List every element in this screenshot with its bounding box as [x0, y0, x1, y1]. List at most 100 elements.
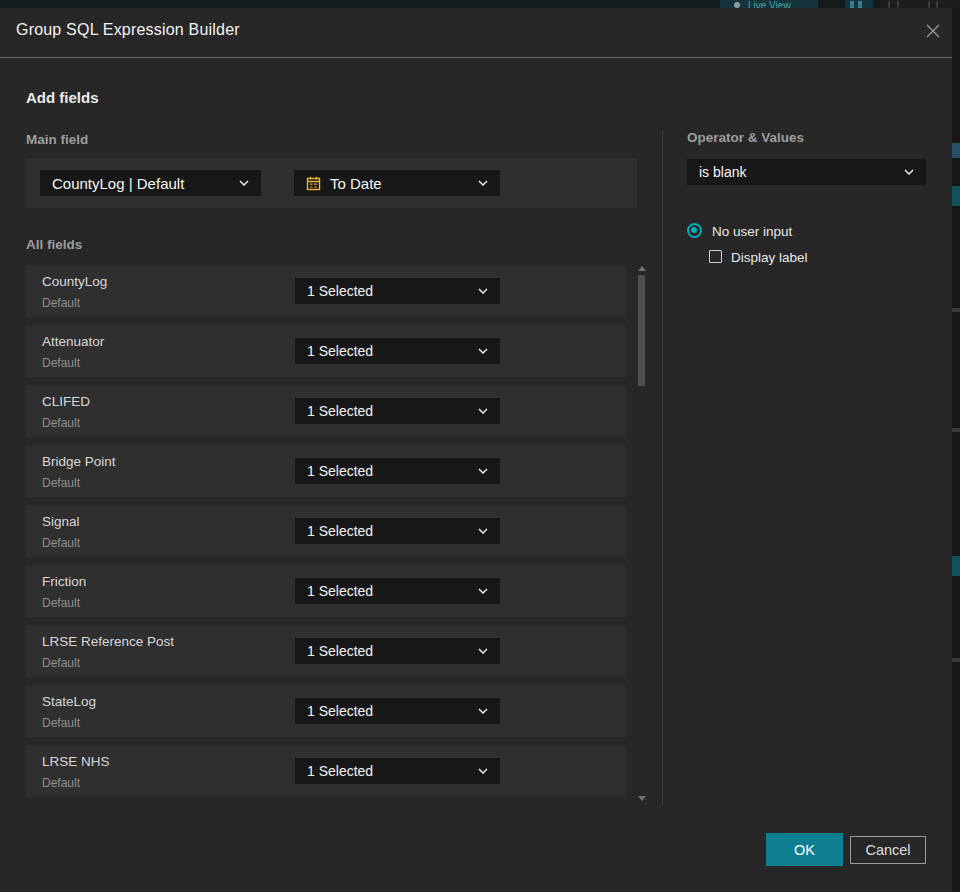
chevron-down-icon: [478, 768, 488, 774]
operator-dropdown[interactable]: is blank: [687, 159, 926, 185]
field-subtitle: Default: [42, 596, 80, 610]
field-select-dropdown[interactable]: 1 Selected: [295, 398, 500, 424]
screen: Live View Group SQL Expression Builder A…: [0, 0, 960, 892]
main-field-dropdown-value: CountyLog | Default: [52, 175, 239, 192]
scrollbar-thumb[interactable]: [638, 275, 645, 386]
chevron-down-icon: [478, 708, 488, 714]
field-subtitle: Default: [42, 416, 80, 430]
radio-selected-icon[interactable]: [687, 223, 702, 238]
chevron-down-icon: [478, 348, 488, 354]
background-sliver: [952, 186, 960, 206]
field-row: Bridge Point Default 1 Selected: [26, 445, 626, 497]
background-sliver: [952, 308, 960, 312]
field-name: Bridge Point: [42, 454, 116, 469]
topbar-bar-icon: [858, 1, 862, 8]
field-name: Signal: [42, 514, 80, 529]
topbar-segment: [880, 0, 960, 8]
field-row: Friction Default 1 Selected: [26, 565, 626, 617]
operator-dropdown-value: is blank: [699, 164, 904, 180]
background-app-topbar: Live View: [0, 0, 960, 8]
chevron-down-icon: [478, 180, 488, 186]
chevron-down-icon: [904, 169, 914, 175]
field-select-dropdown[interactable]: 1 Selected: [295, 758, 500, 784]
chevron-down-icon: [478, 288, 488, 294]
field-select-dropdown[interactable]: 1 Selected: [295, 578, 500, 604]
no-user-input-label: No user input: [712, 224, 792, 239]
scroll-down-arrow-icon[interactable]: [638, 796, 646, 801]
field-name: LRSE Reference Post: [42, 634, 174, 649]
field-subtitle: Default: [42, 536, 80, 550]
add-fields-heading: Add fields: [26, 89, 99, 106]
chevron-down-icon: [239, 180, 249, 186]
field-subtitle: Default: [42, 656, 80, 670]
field-subtitle: Default: [42, 776, 80, 790]
background-sliver: [952, 658, 960, 662]
field-name: Friction: [42, 574, 86, 589]
field-select-value: 1 Selected: [307, 763, 478, 779]
main-field-panel: CountyLog | Default To Date: [26, 158, 637, 208]
dialog-group-sql-expression-builder: Group SQL Expression Builder Add fields …: [0, 8, 952, 892]
all-fields-list: CountyLog Default 1 Selected Attenuator …: [26, 265, 626, 805]
field-select-value: 1 Selected: [307, 403, 478, 419]
operator-values-label: Operator & Values: [687, 130, 804, 145]
all-fields-label: All fields: [26, 237, 82, 252]
field-subtitle: Default: [42, 716, 80, 730]
chevron-down-icon: [478, 588, 488, 594]
topbar-separator: [888, 1, 890, 8]
background-sliver: [952, 428, 960, 432]
field-select-value: 1 Selected: [307, 523, 478, 539]
field-name: Attenuator: [42, 334, 104, 349]
field-name: CountyLog: [42, 274, 107, 289]
field-select-dropdown[interactable]: 1 Selected: [295, 638, 500, 664]
main-field-label: Main field: [26, 132, 88, 147]
field-row: Attenuator Default 1 Selected: [26, 325, 626, 377]
main-field-dropdown[interactable]: CountyLog | Default: [40, 170, 261, 196]
field-name: StateLog: [42, 694, 96, 709]
field-name: LRSE NHS: [42, 754, 110, 769]
chevron-down-icon: [478, 408, 488, 414]
scroll-up-arrow-icon[interactable]: [638, 266, 646, 271]
field-name: CLIFED: [42, 394, 90, 409]
field-select-dropdown[interactable]: 1 Selected: [295, 518, 500, 544]
dialog-title: Group SQL Expression Builder: [16, 21, 240, 39]
list-scrollbar[interactable]: [638, 264, 646, 804]
cancel-button[interactable]: Cancel: [850, 836, 926, 864]
vertical-divider: [662, 130, 663, 805]
background-app-panel-edge: [952, 8, 960, 892]
field-select-value: 1 Selected: [307, 583, 478, 599]
field-row: LRSE NHS Default 1 Selected: [26, 745, 626, 797]
field-select-dropdown[interactable]: 1 Selected: [295, 458, 500, 484]
main-field-type-value: To Date: [330, 175, 478, 192]
topbar-bar-icon: [850, 1, 854, 8]
close-icon[interactable]: [925, 23, 941, 39]
field-row: LRSE Reference Post Default 1 Selected: [26, 625, 626, 677]
field-subtitle: Default: [42, 296, 80, 310]
field-select-dropdown[interactable]: 1 Selected: [295, 698, 500, 724]
field-select-value: 1 Selected: [307, 343, 478, 359]
field-row: StateLog Default 1 Selected: [26, 685, 626, 737]
field-subtitle: Default: [42, 476, 80, 490]
field-select-dropdown[interactable]: 1 Selected: [295, 338, 500, 364]
checkbox-unchecked-icon[interactable]: [709, 250, 722, 263]
background-sliver: [952, 143, 960, 158]
topbar-separator: [936, 1, 938, 8]
topbar-separator: [928, 1, 930, 8]
field-row: CountyLog Default 1 Selected: [26, 265, 626, 317]
chevron-down-icon: [478, 528, 488, 534]
field-subtitle: Default: [42, 356, 80, 370]
field-row: Signal Default 1 Selected: [26, 505, 626, 557]
ok-button[interactable]: OK: [766, 833, 843, 866]
topbar-separator: [897, 1, 899, 8]
chevron-down-icon: [478, 468, 488, 474]
field-select-value: 1 Selected: [307, 283, 478, 299]
main-field-type-dropdown[interactable]: To Date: [294, 170, 500, 196]
field-select-dropdown[interactable]: 1 Selected: [295, 278, 500, 304]
header-divider: [0, 57, 952, 58]
field-select-value: 1 Selected: [307, 703, 478, 719]
chevron-down-icon: [478, 648, 488, 654]
background-sliver: [952, 556, 960, 576]
display-label-text: Display label: [731, 250, 808, 265]
calendar-icon: [306, 176, 321, 191]
field-select-value: 1 Selected: [307, 463, 478, 479]
field-row: CLIFED Default 1 Selected: [26, 385, 626, 437]
